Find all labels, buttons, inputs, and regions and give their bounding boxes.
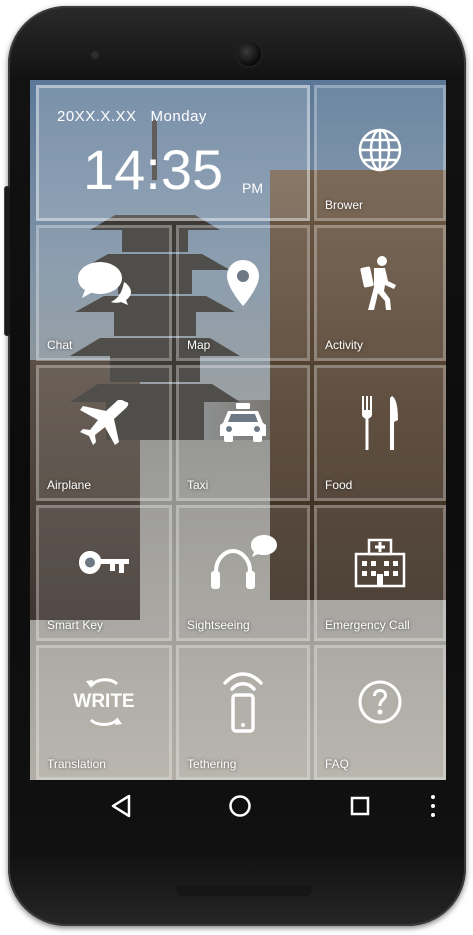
bottom-speaker xyxy=(176,886,312,896)
fork-knife-icon xyxy=(362,395,398,450)
sensor-dot xyxy=(90,50,100,60)
tile-label: Smart Key xyxy=(47,618,104,632)
globe-icon xyxy=(358,129,402,172)
date-value: 20XX.X.XX xyxy=(57,108,137,125)
tile-browser[interactable]: Brower xyxy=(314,85,446,221)
hiker-icon xyxy=(360,255,396,310)
tile-label: Activity xyxy=(325,338,364,352)
tile-translation[interactable]: WRITE Translation xyxy=(36,645,172,780)
chat-bubbles-icon xyxy=(78,261,131,305)
recent-apps-icon[interactable] xyxy=(350,796,370,816)
navigation-bar xyxy=(30,780,446,832)
side-button xyxy=(4,186,10,336)
app-grid: 20XX.X.XX Monday 14:35 PM Brower Chat Ma… xyxy=(30,80,446,780)
tile-label: Emergency Call xyxy=(325,618,410,632)
tile-label: FAQ xyxy=(325,757,350,771)
tile-airplane[interactable]: Airplane xyxy=(36,365,172,501)
tile-label: Chat xyxy=(47,338,73,352)
tile-chat[interactable]: Chat xyxy=(36,225,172,361)
tile-label: Tethering xyxy=(187,757,237,771)
tile-label: Sightseeing xyxy=(187,618,250,632)
ampm-text: PM xyxy=(242,180,263,196)
tile-map[interactable]: Map xyxy=(176,225,310,361)
tile-label: Brower xyxy=(325,198,364,212)
airplane-icon xyxy=(80,399,129,445)
clock-widget[interactable]: 20XX.X.XX Monday 14:35 PM xyxy=(36,85,310,221)
home-icon[interactable] xyxy=(228,794,252,818)
map-pin-icon xyxy=(227,259,259,306)
more-icon[interactable] xyxy=(430,794,436,818)
back-icon[interactable] xyxy=(110,794,132,818)
time-text: 14:35 xyxy=(83,138,224,201)
write-text: WRITE xyxy=(73,691,135,713)
tile-label: Taxi xyxy=(187,478,209,492)
tile-label: Map xyxy=(187,338,211,352)
tile-emergency-call[interactable]: Emergency Call xyxy=(314,505,446,641)
tile-smart-key[interactable]: Smart Key xyxy=(36,505,172,641)
front-camera xyxy=(237,42,261,66)
taxi-icon xyxy=(220,402,266,442)
key-icon xyxy=(79,550,129,574)
tile-sightseeing[interactable]: Sightseeing xyxy=(176,505,310,641)
tile-tethering[interactable]: Tethering xyxy=(176,645,310,780)
tile-faq[interactable]: FAQ xyxy=(314,645,446,780)
tile-label: Food xyxy=(325,478,353,492)
headphones-chat-icon xyxy=(211,534,277,589)
tile-activity[interactable]: Activity xyxy=(314,225,446,361)
date-text: 20XX.X.XX Monday xyxy=(57,108,207,125)
hospital-icon xyxy=(354,538,406,587)
question-circle-icon xyxy=(358,680,402,724)
tile-label: Airplane xyxy=(47,478,92,492)
home-screen: 20XX.X.XX Monday 14:35 PM Brower Chat Ma… xyxy=(30,80,446,780)
weekday-value: Monday xyxy=(150,108,207,125)
tile-food[interactable]: Food xyxy=(314,365,446,501)
tile-taxi[interactable]: Taxi xyxy=(176,365,310,501)
phone-wifi-icon xyxy=(223,672,263,733)
tile-label: Translation xyxy=(47,757,106,771)
translate-cycle-icon: WRITE xyxy=(69,672,139,732)
